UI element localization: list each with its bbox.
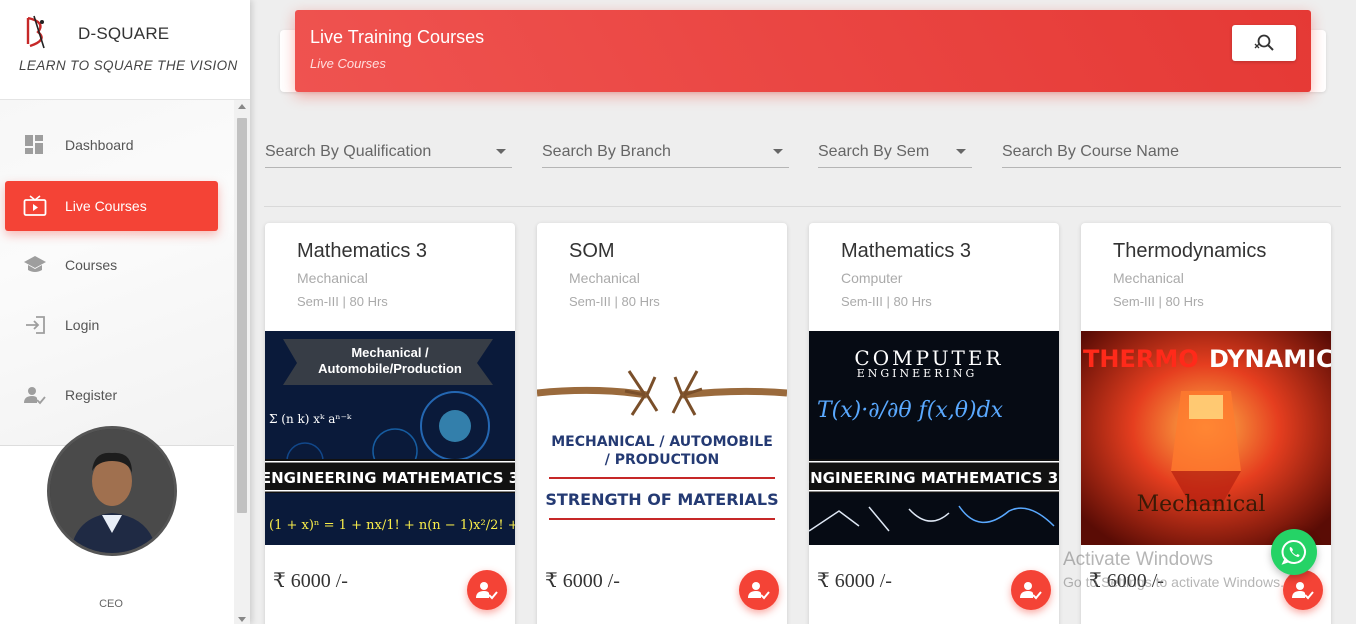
course-title: Mathematics 3: [841, 240, 972, 262]
image-banner: ENGINEERING MATHEMATICS 3: [809, 469, 1058, 487]
image-formula: (1 + x)ⁿ = 1 + nx/1! + n(n − 1)x²/2! +: [269, 518, 515, 533]
windows-watermark-subtitle: Go to Settings to activate Windows.: [1063, 574, 1284, 590]
sidebar-item-login[interactable]: Login: [5, 300, 218, 350]
image-line1: THERMO: [1083, 345, 1199, 373]
course-price: ₹ 6000 /-: [817, 570, 892, 592]
page-subtitle: Live Courses: [310, 56, 386, 71]
sem-select[interactable]: Search By Sem: [818, 136, 972, 168]
course-card[interactable]: Mathematics 3 Mechanical Sem-III | 80 Hr…: [265, 223, 515, 624]
enroll-user-icon: [748, 582, 770, 600]
course-branch: Computer: [841, 270, 903, 286]
course-image: COMPUTER ENGINEERING T(x)·∂/∂θ f(x,θ)dx …: [809, 331, 1059, 545]
page-title: Live Training Courses: [310, 27, 485, 47]
course-price: ₹ 6000 /-: [545, 570, 620, 592]
course-image: MECHANICAL / AUTOMOBILE / PRODUCTION STR…: [537, 331, 787, 545]
live-tv-icon: [23, 194, 47, 218]
school-icon: [23, 253, 47, 277]
sidebar-item-label: Login: [65, 317, 100, 333]
enroll-user-icon: [1020, 582, 1042, 600]
d-square-logo: [26, 15, 45, 49]
image-line2: / PRODUCTION: [605, 452, 720, 468]
whatsapp-icon: [1281, 539, 1306, 565]
scroll-down-icon[interactable]: [238, 617, 246, 622]
scroll-thumb[interactable]: [237, 118, 247, 513]
brand-tagline: LEARN TO SQUARE THE VISION: [19, 58, 238, 73]
search-close-icon: [1254, 34, 1274, 51]
enroll-button[interactable]: [739, 570, 779, 610]
image-line1: MECHANICAL / AUTOMOBILE: [551, 434, 773, 450]
course-title: Thermodynamics: [1113, 240, 1267, 262]
course-branch: Mechanical: [569, 270, 640, 286]
course-image: THERMO DYNAMIC Mechanical: [1081, 331, 1331, 545]
sem-select-label: Search By Sem: [818, 143, 930, 160]
whatsapp-button[interactable]: [1271, 529, 1317, 575]
login-icon: [23, 313, 47, 337]
divider: [264, 206, 1341, 207]
header-banner: Live Training Courses Live Courses: [295, 10, 1311, 92]
sidebar-item-label: Dashboard: [65, 137, 134, 153]
enroll-user-icon: [1292, 582, 1314, 600]
enroll-button[interactable]: [467, 570, 507, 610]
course-title: Mathematics 3: [297, 240, 428, 262]
sidebar-item-label: Courses: [65, 257, 118, 273]
image-line2: ENGINEERING: [857, 367, 978, 380]
course-name-placeholder: Search By Course Name: [1002, 143, 1179, 160]
course-name-input[interactable]: Search By Course Name: [1002, 136, 1341, 168]
course-meta: Sem-III | 80 Hrs: [1113, 294, 1204, 309]
windows-watermark-title: Activate Windows: [1063, 549, 1213, 570]
branch-select[interactable]: Search By Branch: [542, 136, 789, 168]
sidebar: D-SQUARE LEARN TO SQUARE THE VISION Dash…: [0, 0, 250, 624]
enroll-button[interactable]: [1011, 570, 1051, 610]
avatar[interactable]: [47, 426, 177, 556]
dashboard-icon: [23, 133, 47, 157]
image-banner: ENGINEERING MATHEMATICS 3: [265, 469, 515, 487]
image-line2: Automobile/Production: [318, 361, 462, 376]
scroll-up-icon[interactable]: [238, 104, 246, 109]
course-meta: Sem-III | 80 Hrs: [841, 294, 932, 309]
image-line2: DYNAMIC: [1209, 345, 1331, 373]
chevron-down-icon: [773, 149, 783, 154]
sidebar-item-label: Live Courses: [65, 198, 147, 214]
sidebar-item-label: Register: [65, 387, 118, 403]
qualification-select-label: Search By Qualification: [265, 143, 432, 160]
image-banner: Mechanical: [1137, 492, 1266, 517]
course-meta: Sem-III | 80 Hrs: [569, 294, 660, 309]
course-price: ₹ 6000 /-: [273, 570, 348, 592]
course-branch: Mechanical: [297, 270, 368, 286]
image-formula: T(x)·∂/∂θ f(x,θ)dx: [817, 398, 1004, 423]
enroll-user-icon: [476, 582, 498, 600]
header-search-button[interactable]: [1232, 25, 1296, 61]
chevron-down-icon: [956, 149, 966, 154]
course-branch: Mechanical: [1113, 270, 1184, 286]
register-user-icon: [23, 383, 47, 407]
enroll-button[interactable]: [1283, 570, 1323, 610]
qualification-select[interactable]: Search By Qualification: [265, 136, 512, 168]
sidebar-item-register[interactable]: Register: [5, 370, 218, 420]
course-card[interactable]: SOM Mechanical Sem-III | 80 Hrs MECHANIC…: [537, 223, 787, 624]
course-image: Mechanical / Automobile/Production Σ (n …: [265, 331, 515, 545]
sidebar-item-dashboard[interactable]: Dashboard: [5, 120, 218, 170]
image-banner: STRENGTH OF MATERIALS: [545, 490, 778, 509]
sidebar-item-live-courses[interactable]: Live Courses: [5, 181, 218, 231]
course-card[interactable]: Mathematics 3 Computer Sem-III | 80 Hrs …: [809, 223, 1059, 624]
branch-select-label: Search By Branch: [542, 143, 671, 160]
course-title: SOM: [569, 240, 615, 262]
sidebar-item-courses[interactable]: Courses: [5, 240, 218, 290]
brand-header[interactable]: D-SQUARE LEARN TO SQUARE THE VISION: [0, 0, 250, 100]
course-meta: Sem-III | 80 Hrs: [297, 294, 388, 309]
brand-name: D-SQUARE: [78, 24, 170, 43]
image-line1: Mechanical /: [351, 345, 429, 360]
image-sum: Σ (n k) xᵏ aⁿ⁻ᵏ: [269, 412, 352, 426]
chevron-down-icon: [496, 149, 506, 154]
profile-role: CEO: [99, 598, 123, 610]
sidebar-scrollbar[interactable]: [234, 100, 250, 624]
